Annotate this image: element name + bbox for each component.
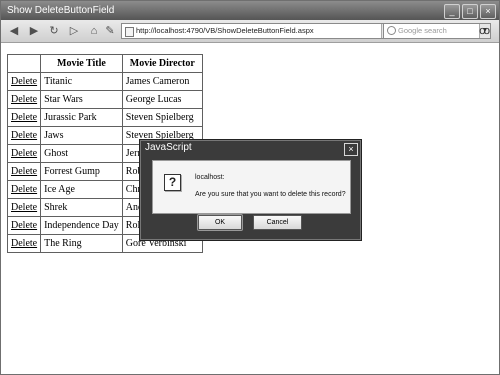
movie-title: Shrek [40,198,123,217]
ok-button[interactable]: OK [198,215,242,230]
movie-title: The Ring [40,234,123,253]
forward-icon[interactable]: ▶ [25,23,43,39]
movie-title: Ice Age [40,180,123,199]
movie-director: Steven Spielberg [121,108,203,127]
delete-link[interactable]: Delete [11,148,37,159]
movie-title: Star Wars [40,90,123,109]
movie-title: Independence Day [40,216,123,235]
maximize-button[interactable]: □ [462,4,478,19]
close-window-button[interactable]: × [480,4,496,19]
window-title: Show DeleteButtonField [7,5,115,16]
confirm-dialog: JavaScript × ? localhost: Are you sure t… [139,139,362,241]
delete-link[interactable]: Delete [11,220,37,231]
movie-title: Forrest Gump [40,162,123,181]
table-row: Delete Star Wars George Lucas [6,90,203,109]
page-icon [125,27,134,37]
search-engine-icon[interactable] [387,26,396,35]
movie-title: Ghost [40,144,123,163]
movie-title: Titanic [40,72,123,91]
delete-link[interactable]: Delete [11,202,37,213]
back-icon[interactable]: ◀ [5,23,23,39]
title-bar: Show DeleteButtonField _ □ × [1,1,499,20]
search-placeholder: Google search [398,26,447,35]
dialog-host: localhost: [195,174,225,181]
table-row: Delete Jurassic Park Steven Spielberg [6,108,203,127]
column-header-title: Movie Title [40,54,123,73]
address-url: http://localhost:4790/VB/ShowDeleteButto… [136,26,314,35]
dialog-close-button[interactable]: × [344,143,358,156]
movie-title: Jaws [40,126,123,145]
dialog-title: JavaScript [145,142,192,153]
table-header-row: Movie Title Movie Director [6,54,203,73]
movie-director: George Lucas [121,90,203,109]
browser-window: Show DeleteButtonField _ □ × ◀ ▶ ↻ ▷ ⌂ ✎… [0,0,500,375]
movie-title: Jurassic Park [40,108,123,127]
stop-icon[interactable]: ▷ [65,23,83,39]
table-row: Delete Titanic James Cameron [6,72,203,91]
minimize-button[interactable]: _ [444,4,460,19]
column-header-director: Movie Director [121,54,203,73]
movie-director: James Cameron [121,72,203,91]
delete-link[interactable]: Delete [11,94,37,105]
search-input[interactable]: Google search ▼ [383,23,491,39]
delete-link[interactable]: Delete [11,112,37,123]
question-icon: ? [164,174,181,191]
reload-icon[interactable]: ↻ [45,23,63,39]
address-bar[interactable]: http://localhost:4790/VB/ShowDeleteButto… [121,23,393,39]
cancel-button[interactable]: Cancel [253,215,302,230]
dialog-message: Are you sure that you want to delete thi… [195,191,346,198]
delete-link[interactable]: Delete [11,130,37,141]
column-header-action [6,54,42,73]
binoculars-icon[interactable]: ꝏ [479,24,490,37]
delete-link[interactable]: Delete [11,166,37,177]
delete-link[interactable]: Delete [11,76,37,87]
edit-icon[interactable]: ✎ [101,23,119,39]
delete-link[interactable]: Delete [11,184,37,195]
dialog-body: ? localhost: Are you sure that you want … [152,160,351,214]
delete-link[interactable]: Delete [11,238,37,249]
navigation-toolbar: ◀ ▶ ↻ ▷ ⌂ ✎ http://localhost:4790/VB/Sho… [1,20,499,43]
